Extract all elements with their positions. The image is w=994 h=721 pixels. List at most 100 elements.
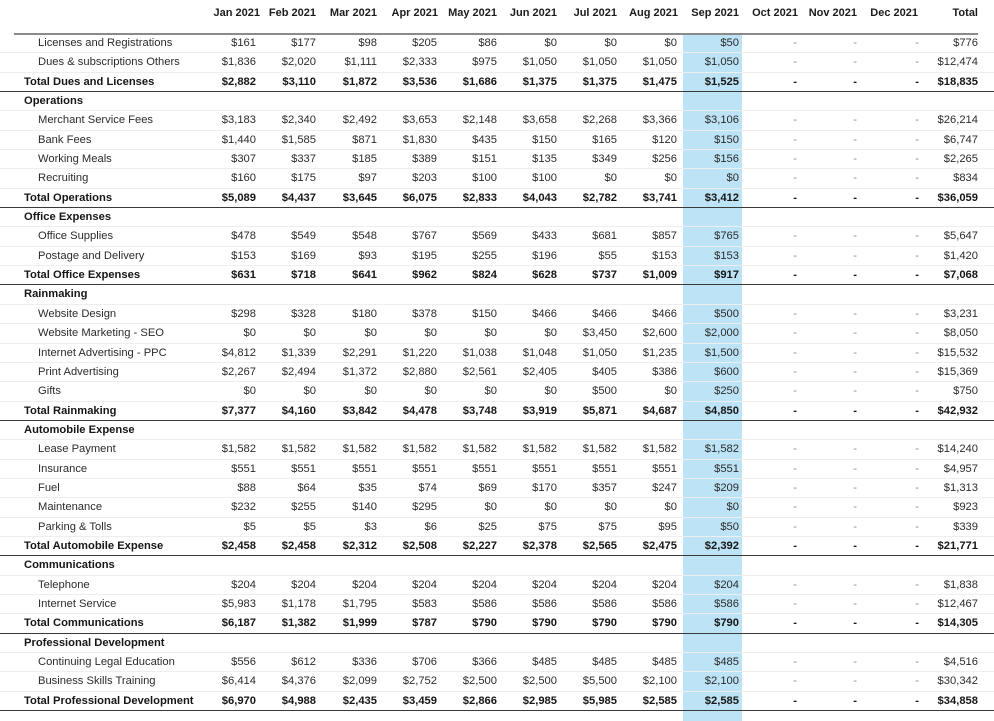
cell-apr-2021: $6 bbox=[424, 520, 437, 533]
cell-feb-2021: $4,437 bbox=[281, 191, 316, 204]
cell-sep-2021: $1,050 bbox=[704, 56, 739, 69]
section-label: Professional Development bbox=[24, 636, 165, 649]
cell-jun-2021: $790 bbox=[532, 617, 557, 630]
section-header-row: Operations bbox=[0, 92, 994, 112]
cell-total: $5,647 bbox=[943, 230, 978, 243]
cell-may-2021: $86 bbox=[478, 37, 497, 49]
cell-may-2021: $3,748 bbox=[462, 404, 497, 417]
section-label: Operations bbox=[24, 95, 84, 108]
cell-oct-2021: - bbox=[793, 385, 797, 398]
cell-jan-2021: $5,983 bbox=[221, 597, 256, 610]
cell-mar-2021: $93 bbox=[358, 249, 377, 262]
table-row: Website Marketing - SEO $0 $0 $0 $0 $0 $0 $3,45… bbox=[0, 324, 994, 344]
cell-dec-2021: - bbox=[915, 75, 919, 88]
pnl-report-sheet: Jan 2021 Feb 2021 Mar 2021 Apr 2021 May 2021… bbox=[0, 0, 994, 721]
cell-nov-2021: - bbox=[853, 501, 857, 514]
column-header-jul-2021: Jul 2021 bbox=[573, 7, 617, 19]
cell-jun-2021: $586 bbox=[532, 597, 557, 610]
cell-jun-2021: $4,043 bbox=[522, 191, 557, 204]
cell-may-2021: $1,038 bbox=[462, 346, 497, 359]
cell-dec-2021: - bbox=[915, 346, 919, 359]
cell-aug-2021: $120 bbox=[652, 133, 677, 146]
cell-jan-2021: $7,377 bbox=[221, 404, 256, 417]
table-row: Gifts $0 $0 $0 $0 $0 $0 $500 $0 $250 - - - $750 bbox=[0, 382, 994, 402]
table-row: Internet Advertising - PPC $4,812 $1,339 $2… bbox=[0, 344, 994, 363]
cell-apr-2021: $3,536 bbox=[402, 75, 437, 88]
cell-jun-2021: $150 bbox=[532, 133, 557, 146]
cell-may-2021: $2,561 bbox=[462, 365, 497, 378]
cell-apr-2021: $2,508 bbox=[402, 539, 437, 552]
cell-nov-2021: - bbox=[853, 307, 857, 320]
cell-mar-2021: $551 bbox=[352, 462, 377, 475]
cell-nov-2021: - bbox=[853, 230, 857, 243]
cell-dec-2021: - bbox=[915, 230, 919, 243]
cell-total: $21,771 bbox=[937, 539, 978, 552]
cell-may-2021: $150 bbox=[472, 307, 497, 320]
cell-apr-2021: $4,478 bbox=[402, 404, 437, 417]
cell-jan-2021: $6,970 bbox=[221, 694, 256, 707]
cell-jun-2021: $0 bbox=[544, 501, 557, 514]
cell-oct-2021: - bbox=[793, 365, 797, 378]
row-label: Total Automobile Expense bbox=[24, 539, 164, 552]
row-label: Telephone bbox=[38, 578, 90, 591]
cell-aug-2021: $386 bbox=[652, 365, 677, 378]
cell-feb-2021: $549 bbox=[291, 230, 316, 243]
cell-jan-2021: $5 bbox=[243, 520, 256, 533]
cell-feb-2021: $718 bbox=[291, 269, 316, 282]
row-label: Website Design bbox=[38, 307, 117, 320]
cell-mar-2021: $1,111 bbox=[344, 56, 377, 69]
cell-apr-2021: $205 bbox=[412, 37, 437, 49]
cell-jul-2021: $1,050 bbox=[582, 346, 617, 359]
cell-feb-2021: $2,020 bbox=[281, 56, 316, 69]
cell-may-2021: $975 bbox=[472, 56, 497, 69]
cell-may-2021: $2,833 bbox=[462, 191, 497, 204]
column-header-total: Total bbox=[952, 7, 978, 19]
cell-dec-2021: - bbox=[915, 443, 919, 456]
cell-jan-2021: $298 bbox=[231, 307, 256, 320]
cell-jan-2021: $551 bbox=[231, 462, 256, 475]
row-label: Parking & Tolls bbox=[38, 520, 112, 533]
cell-jan-2021: $1,836 bbox=[221, 56, 256, 69]
cell-oct-2021: - bbox=[793, 404, 797, 417]
row-label: Print Advertising bbox=[38, 365, 119, 378]
section-label: Rainmaking bbox=[24, 288, 88, 301]
row-label: Total Communications bbox=[24, 617, 144, 630]
cell-dec-2021: - bbox=[915, 37, 919, 49]
cell-apr-2021: $551 bbox=[412, 462, 437, 475]
cell-dec-2021: - bbox=[915, 365, 919, 378]
cell-aug-2021: $95 bbox=[658, 520, 677, 533]
cell-feb-2021: $1,339 bbox=[281, 346, 316, 359]
cell-apr-2021: $2,333 bbox=[402, 56, 437, 69]
cell-apr-2021: $203 bbox=[412, 172, 437, 185]
cell-oct-2021: - bbox=[793, 172, 797, 185]
cell-sep-2021: $917 bbox=[714, 269, 739, 282]
cell-may-2021: $100 bbox=[472, 172, 497, 185]
cell-dec-2021: - bbox=[915, 56, 919, 69]
cell-aug-2021: $2,585 bbox=[642, 694, 677, 707]
report-rows: Licenses and Registrations $161 $177 $98 $20… bbox=[0, 34, 994, 712]
column-header-jan-2021: Jan 2021 bbox=[213, 7, 260, 19]
cell-jan-2021: $6,414 bbox=[221, 675, 256, 688]
header-divider bbox=[14, 33, 978, 35]
row-label: Licenses and Registrations bbox=[38, 37, 173, 49]
cell-feb-2021: $4,376 bbox=[281, 675, 316, 688]
cell-jan-2021: $153 bbox=[231, 249, 256, 262]
cell-mar-2021: $140 bbox=[352, 501, 377, 514]
cell-oct-2021: - bbox=[793, 578, 797, 591]
total-row: Total Office Expenses $631 $718 $641 $962 $82… bbox=[0, 266, 994, 286]
cell-sep-2021: $0 bbox=[726, 172, 739, 185]
cell-apr-2021: $2,752 bbox=[402, 675, 437, 688]
column-header-apr-2021: Apr 2021 bbox=[391, 7, 438, 19]
cell-mar-2021: $35 bbox=[358, 481, 377, 494]
cell-jan-2021: $232 bbox=[231, 501, 256, 514]
cell-feb-2021: $1,585 bbox=[281, 133, 316, 146]
cell-dec-2021: - bbox=[915, 578, 919, 591]
cell-aug-2021: $586 bbox=[652, 597, 677, 610]
cell-aug-2021: $4,687 bbox=[642, 404, 677, 417]
column-header-nov-2021: Nov 2021 bbox=[808, 7, 857, 19]
cell-aug-2021: $153 bbox=[652, 249, 677, 262]
cell-sep-2021: $790 bbox=[714, 617, 739, 630]
cell-apr-2021: $204 bbox=[412, 578, 437, 591]
table-row: Business Skills Training $6,414 $4,376 $2,0… bbox=[0, 672, 994, 692]
total-row: Total Communications $6,187 $1,382 $1,999 $7… bbox=[0, 614, 994, 634]
